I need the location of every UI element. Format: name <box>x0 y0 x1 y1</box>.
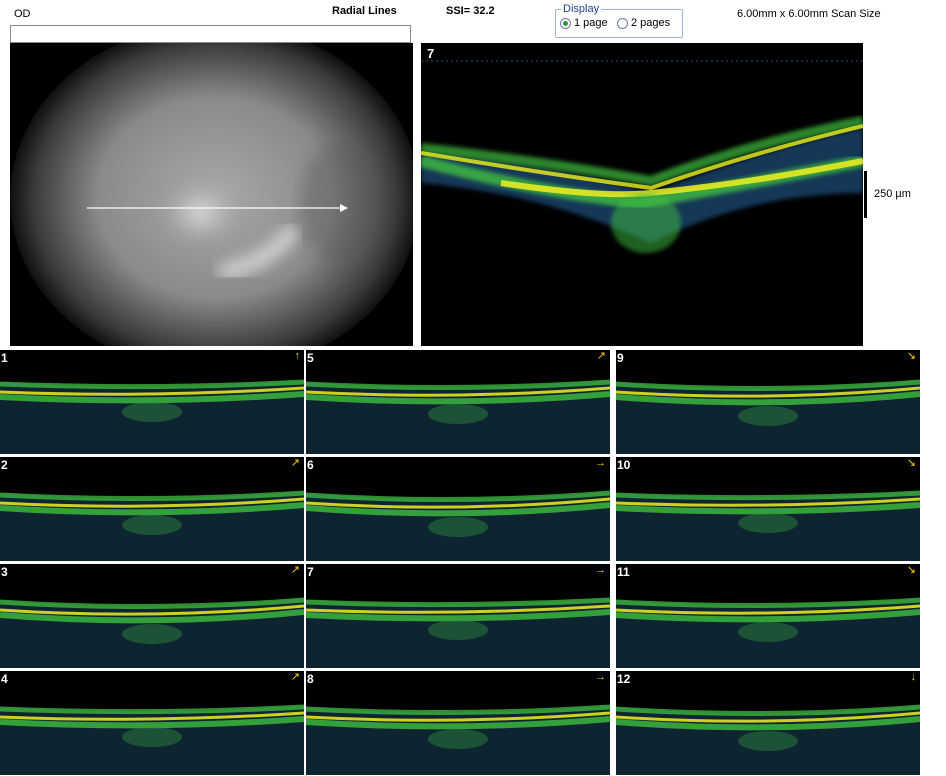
thumbnail-number: 12 <box>617 672 631 686</box>
thumbnail-number: 1 <box>1 351 8 365</box>
scan-direction-arrow-icon: ↑ <box>294 350 301 362</box>
thumbnail-number: 9 <box>617 351 624 365</box>
bscan-thumbnail[interactable]: 3 ↗ <box>0 564 304 668</box>
display-legend: Display <box>561 3 602 15</box>
bscan-thumbnail[interactable]: 12 ↓ <box>616 671 920 775</box>
thumbnail-svg <box>306 564 610 668</box>
scale-bar <box>864 171 867 218</box>
eye-label: OD <box>14 8 31 20</box>
thumbnail-svg <box>616 564 920 668</box>
bscan-thumbnail[interactable]: 2 ↗ <box>0 457 304 561</box>
bscan-thumbnail[interactable]: 9 ↘ <box>616 350 920 454</box>
bscan-thumbnail[interactable]: 5 ↗ <box>306 350 610 454</box>
thumbnail-svg <box>0 671 304 775</box>
scan-direction-arrow-icon: ↗ <box>290 564 300 576</box>
thumbnail-number: 10 <box>617 458 631 472</box>
radio-2-pages-label: 2 pages <box>631 17 671 29</box>
bscan-thumbnail[interactable]: 6 → <box>306 457 610 561</box>
thumbnail-svg <box>616 671 920 775</box>
thumbnail-number: 2 <box>1 458 8 472</box>
scan-direction-arrow-icon: ↘ <box>906 457 916 469</box>
thumbnail-number: 8 <box>307 672 314 686</box>
radio-1-page-label: 1 page <box>574 17 608 29</box>
thumbnail-number: 7 <box>307 565 314 579</box>
fundus-image <box>10 43 413 346</box>
scan-direction-arrow-icon: ↗ <box>290 457 300 469</box>
thumbnail-number: 4 <box>1 672 8 686</box>
thumbnail-number: 6 <box>307 458 314 472</box>
thumbnail-svg <box>306 350 610 454</box>
scan-direction-arrow-icon: → <box>595 671 606 683</box>
fundus-header-bar <box>10 25 411 43</box>
radio-2-pages[interactable]: 2 pages <box>617 17 670 29</box>
thumbnail-svg <box>306 457 610 561</box>
scan-direction-arrow-icon: ↘ <box>906 564 916 576</box>
thumbnail-svg <box>306 671 610 775</box>
main-scan-number: 7 <box>427 46 435 61</box>
page-title: Radial Lines <box>332 5 397 17</box>
radio-1-page[interactable]: 1 page <box>560 17 608 29</box>
scan-direction-arrow-icon: ↘ <box>906 350 916 362</box>
bscan-thumbnail[interactable]: 7 → <box>306 564 610 668</box>
ssi-value: SSI= 32.2 <box>446 5 495 17</box>
radio-unchecked-icon <box>617 17 628 29</box>
thumbnail-number: 3 <box>1 565 8 579</box>
scan-direction-arrow-icon: ↓ <box>910 671 917 683</box>
display-options-group: Display 1 page 2 pages <box>555 3 683 38</box>
scan-direction-arrow-icon: ↗ <box>290 671 300 683</box>
fundus-svg <box>10 43 413 346</box>
scan-direction-arrow-icon: ↗ <box>596 350 606 362</box>
bscan-thumbnail[interactable]: 1 ↑ <box>0 350 304 454</box>
main-bscan: 7 <box>421 43 863 346</box>
bscan-thumbnail[interactable]: 8 → <box>306 671 610 775</box>
bscan-thumbnail[interactable]: 11 ↘ <box>616 564 920 668</box>
main-bscan-svg <box>421 43 863 346</box>
thumbnail-svg <box>616 457 920 561</box>
scan-direction-arrow-icon: → <box>595 564 606 576</box>
thumbnail-svg <box>0 564 304 668</box>
thumbnail-number: 11 <box>617 565 630 579</box>
bscan-thumbnail[interactable]: 4 ↗ <box>0 671 304 775</box>
scale-bar-label: 250 µm <box>874 188 911 200</box>
scan-direction-arrow-icon: → <box>595 457 606 469</box>
bscan-thumbnail[interactable]: 10 ↘ <box>616 457 920 561</box>
thumbnail-svg <box>0 457 304 561</box>
scan-size-label: 6.00mm x 6.00mm Scan Size <box>737 8 881 20</box>
thumbnail-number: 5 <box>307 351 314 365</box>
radio-checked-icon <box>560 17 571 29</box>
thumbnail-svg <box>616 350 920 454</box>
thumbnail-svg <box>0 350 304 454</box>
